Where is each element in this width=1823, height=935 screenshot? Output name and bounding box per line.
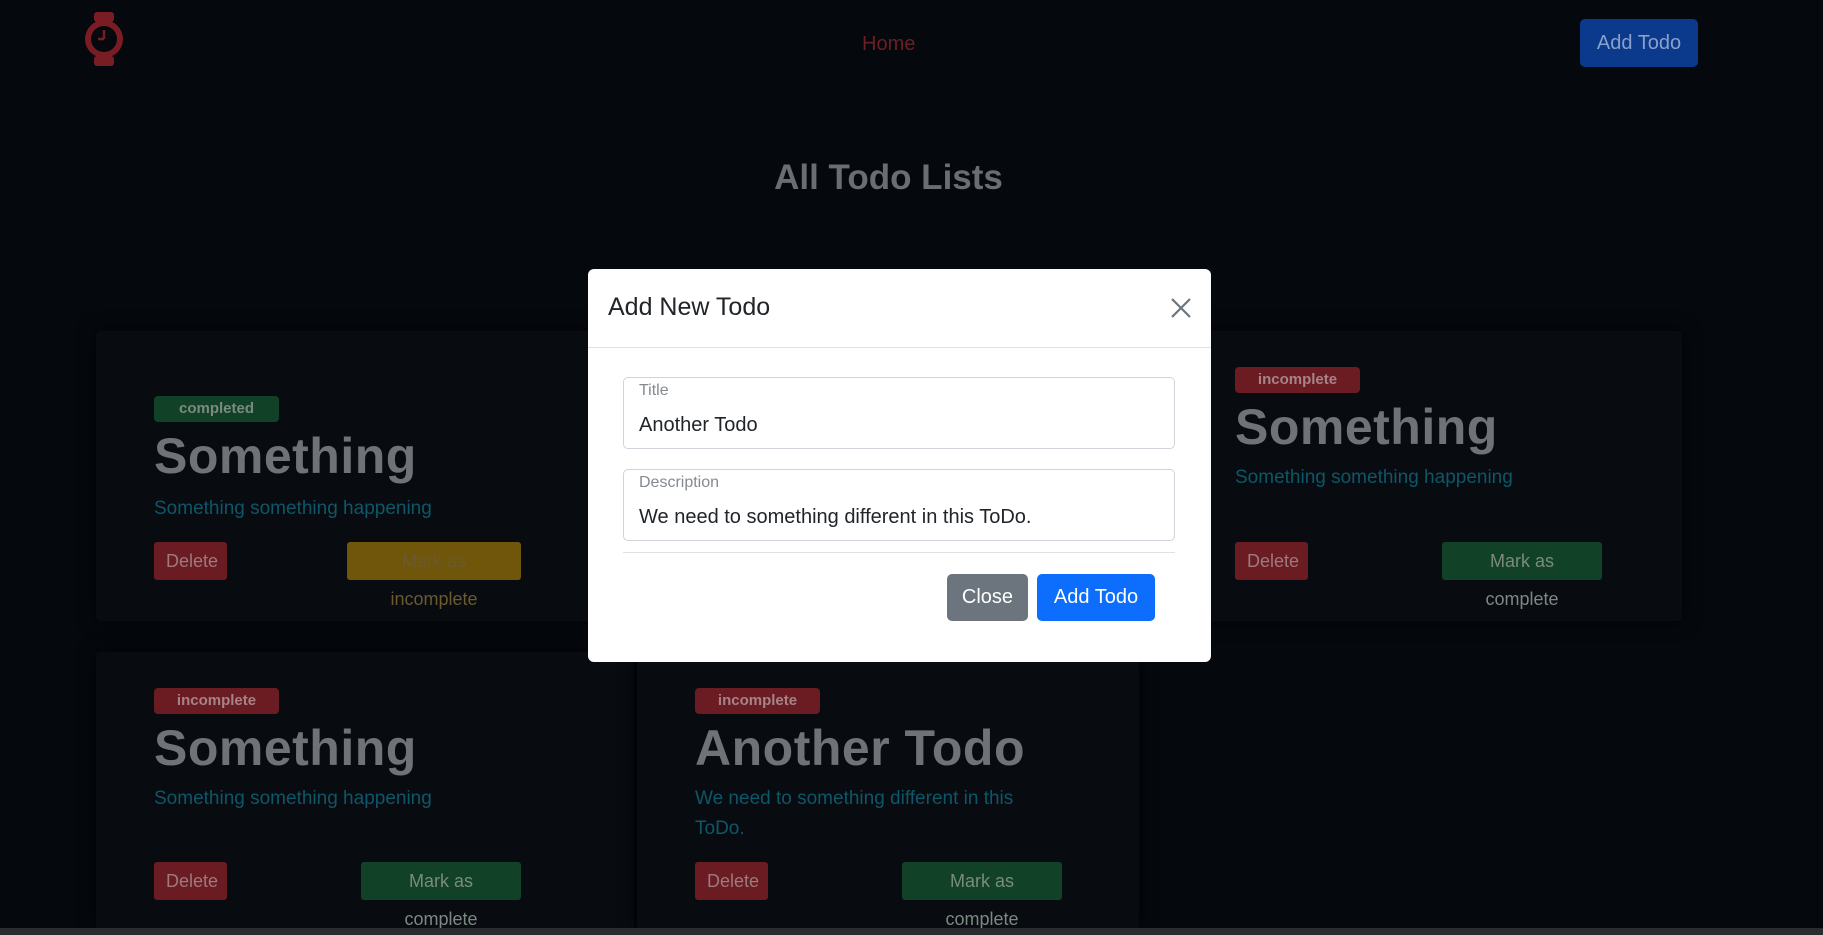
add-todo-modal: Add New Todo Title Description Close Add… (588, 269, 1211, 662)
add-todo-submit-button[interactable]: Add Todo (1037, 574, 1155, 621)
title-field[interactable]: Title (623, 377, 1175, 449)
modal-title: Add New Todo (608, 293, 771, 321)
close-button[interactable]: Close (947, 574, 1028, 621)
description-input[interactable] (639, 502, 1159, 532)
close-icon[interactable] (1169, 296, 1193, 320)
modal-divider (623, 552, 1175, 553)
title-input[interactable] (639, 410, 1159, 440)
description-field[interactable]: Description (623, 469, 1175, 541)
modal-header: Add New Todo (588, 269, 1211, 348)
title-field-label: Title (639, 382, 669, 399)
description-field-label: Description (639, 474, 720, 491)
